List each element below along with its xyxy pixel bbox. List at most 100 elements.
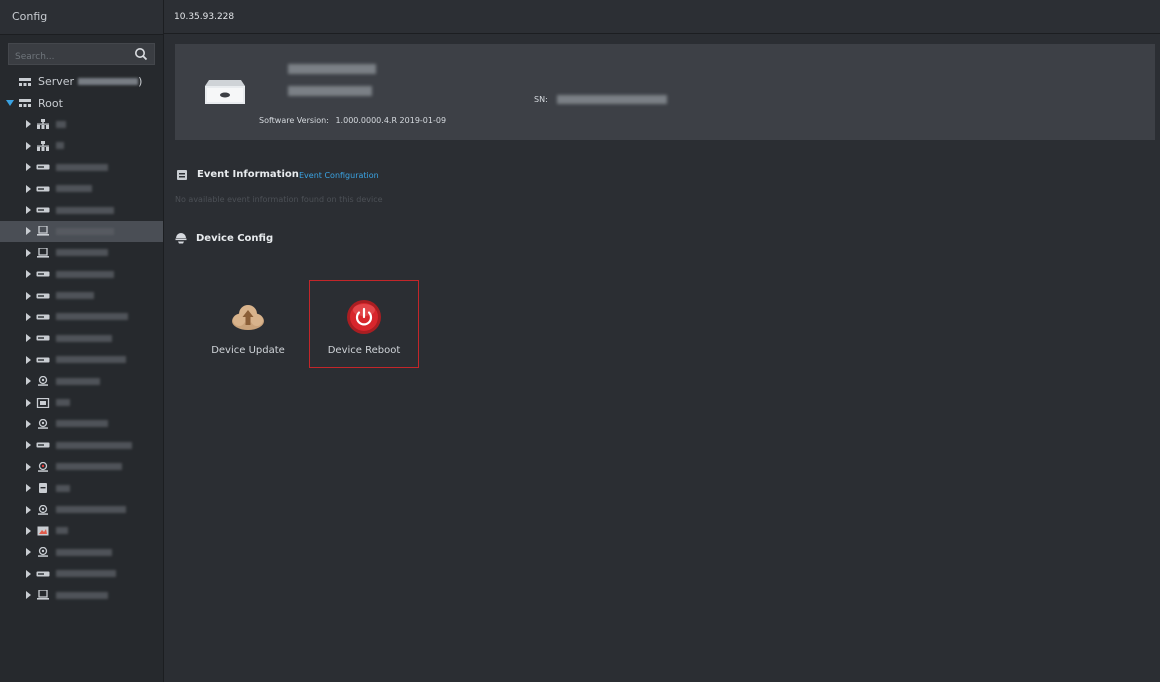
search-input[interactable] — [9, 47, 131, 67]
caret-right-icon[interactable] — [24, 227, 32, 236]
nvr-icon — [36, 335, 50, 341]
root-label: Root — [38, 96, 63, 110]
device-name-redacted — [56, 399, 70, 407]
no-event-text: No available event information found on … — [175, 195, 383, 204]
device-name-redacted — [56, 463, 122, 471]
screen-icon — [36, 397, 50, 408]
nvr-icon — [36, 186, 50, 192]
tree-item[interactable] — [0, 157, 163, 178]
search-icon[interactable] — [134, 47, 148, 61]
caret-right-icon[interactable] — [24, 291, 32, 300]
nvr-icon — [36, 207, 50, 213]
device-name-redacted — [56, 356, 126, 364]
caret-right-icon[interactable] — [24, 206, 32, 215]
device-reboot-button[interactable]: Device Reboot — [309, 280, 419, 368]
tree-item[interactable] — [0, 477, 163, 498]
device-name-redacted — [56, 548, 112, 556]
tree-item[interactable] — [0, 563, 163, 584]
tree-item[interactable] — [0, 370, 163, 391]
device-name-redacted — [56, 506, 126, 513]
tree-item[interactable] — [0, 584, 163, 605]
access-control-icon — [37, 590, 49, 600]
caret-right-icon[interactable] — [24, 184, 32, 193]
device-name-redacted — [56, 142, 64, 150]
caret-right-icon[interactable] — [24, 377, 32, 386]
nvr-icon — [36, 293, 50, 299]
device-update-button[interactable]: Device Update — [193, 281, 303, 369]
tree-item-root[interactable]: Root — [0, 92, 163, 113]
server-name-redacted — [78, 78, 139, 86]
caret-right-icon[interactable] — [24, 312, 32, 321]
tree-item[interactable] — [0, 135, 163, 156]
caret-right-icon[interactable] — [24, 462, 32, 471]
caret-right-icon[interactable] — [24, 334, 32, 343]
device-name-redacted — [56, 484, 70, 492]
caret-right-icon[interactable] — [24, 120, 32, 129]
tree-item-server[interactable]: Server ) — [0, 71, 163, 92]
device-update-label: Device Update — [211, 345, 285, 356]
tree-item[interactable] — [0, 456, 163, 477]
caret-right-icon[interactable] — [24, 270, 32, 279]
device-name-redacted — [288, 64, 376, 74]
device-name-redacted — [56, 292, 94, 300]
device-name-redacted — [56, 270, 114, 278]
device-model-redacted — [288, 86, 372, 96]
caret-right-icon[interactable] — [24, 419, 32, 428]
nvr-icon — [36, 164, 50, 170]
camera-icon — [38, 418, 48, 429]
nvr-icon — [36, 314, 50, 320]
caret-right-icon[interactable] — [24, 355, 32, 364]
device-reboot-label: Device Reboot — [327, 345, 401, 356]
tree-item[interactable] — [0, 285, 163, 306]
device-config-icon — [175, 233, 187, 244]
tree-item[interactable] — [0, 499, 163, 520]
device-name-redacted — [56, 377, 100, 385]
access-control-icon — [37, 247, 49, 258]
access-control-icon — [37, 226, 49, 237]
tree-item[interactable] — [0, 328, 163, 349]
tree-item[interactable] — [0, 178, 163, 199]
tree-item[interactable] — [0, 349, 163, 370]
caret-right-icon[interactable] — [24, 526, 32, 535]
caret-right-icon[interactable] — [24, 248, 32, 257]
caret-right-icon[interactable] — [24, 484, 32, 493]
device-info-card: Software Version: 1.000.0000.4.R 2019-01… — [175, 44, 1155, 140]
caret-right-icon[interactable] — [24, 441, 32, 450]
nvr-icon — [36, 571, 50, 577]
tree-item[interactable] — [0, 306, 163, 327]
tree-item[interactable] — [0, 392, 163, 413]
event-configuration-link[interactable]: Event Configuration — [299, 171, 379, 180]
nvr-icon — [36, 357, 50, 363]
nvr-icon — [36, 271, 50, 277]
tree-item[interactable] — [0, 114, 163, 135]
caret-right-icon[interactable] — [24, 505, 32, 514]
search-box[interactable] — [8, 43, 155, 67]
tree-item[interactable] — [0, 242, 163, 263]
caret-right-icon[interactable] — [24, 398, 32, 407]
caret-down-icon[interactable] — [6, 99, 14, 107]
caret-right-icon[interactable] — [24, 569, 32, 578]
device-name-redacted — [56, 120, 66, 128]
tree-item[interactable] — [0, 199, 163, 220]
tree-item[interactable] — [0, 435, 163, 456]
server-icon — [19, 77, 31, 86]
power-icon — [347, 300, 381, 334]
caret-right-icon[interactable] — [24, 163, 32, 172]
tree-item[interactable] — [0, 413, 163, 434]
caret-right-icon[interactable] — [24, 548, 32, 557]
server-icon — [19, 99, 31, 108]
cloud-upload-icon — [232, 305, 264, 330]
tree-item[interactable] — [0, 220, 163, 243]
device-image-icon — [205, 80, 245, 104]
caret-right-icon[interactable] — [24, 141, 32, 150]
tree-item[interactable] — [0, 520, 163, 541]
device-tree — [0, 114, 163, 606]
tree-item[interactable] — [0, 264, 163, 285]
org-icon — [37, 140, 49, 151]
device-name-redacted — [56, 249, 108, 257]
tree-item[interactable] — [0, 542, 163, 563]
device-tree-sidebar: Config Server ) Root — [0, 0, 164, 682]
device-name-redacted — [56, 527, 68, 535]
device-name-redacted — [56, 163, 108, 171]
caret-right-icon[interactable] — [24, 591, 32, 600]
